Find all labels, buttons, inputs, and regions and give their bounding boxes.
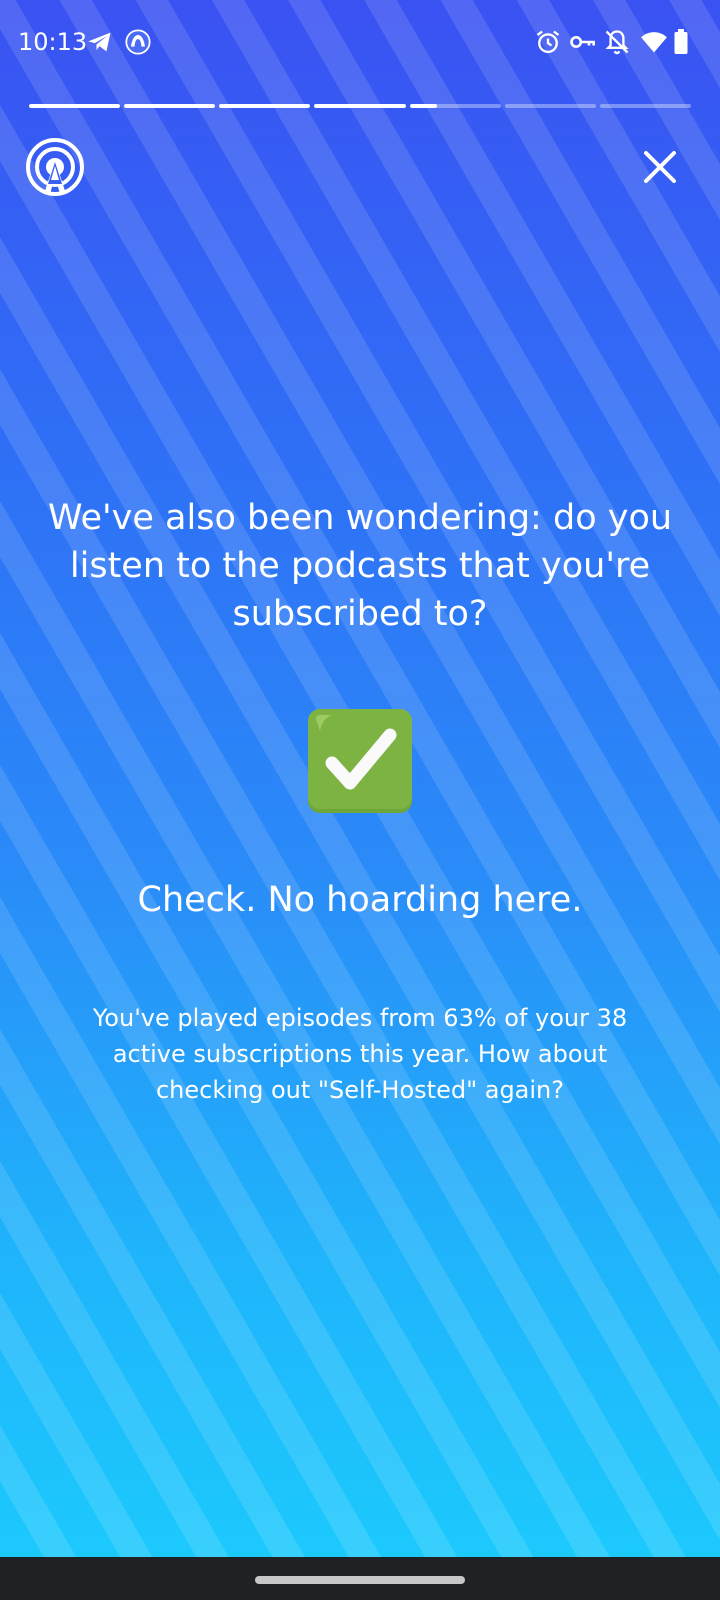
story-progress-bar — [29, 104, 691, 108]
progress-segment — [29, 104, 121, 108]
progress-segment — [124, 104, 216, 108]
progress-segment-fill — [409, 104, 437, 108]
wifi-icon — [640, 28, 668, 56]
alarm-icon — [534, 28, 562, 56]
status-bar: 10:13 — [0, 0, 720, 88]
story-card[interactable]: 10:13 We've also been wondering: do you … — [0, 0, 720, 1557]
progress-segment-fill — [124, 104, 216, 108]
progress-segment-fill — [219, 104, 311, 108]
story-headline: We've also been wondering: do you listen… — [47, 498, 673, 634]
battery-icon — [670, 28, 692, 56]
progress-segment — [599, 104, 691, 108]
story-subhead: Check. No hoarding here. — [137, 880, 583, 920]
status-time: 10:13 — [18, 28, 88, 56]
telegram-icon — [86, 28, 114, 56]
screen: 10:13 We've also been wondering: do you … — [0, 0, 720, 1600]
story-body-text: You've played episodes from 63% of your … — [92, 1004, 628, 1104]
notifications-off-icon — [603, 28, 631, 56]
vpn-key-icon — [568, 28, 596, 56]
progress-segment-fill — [29, 104, 121, 108]
check-mark-button-icon — [304, 705, 416, 817]
close-icon — [644, 151, 676, 183]
app-notification-icon — [124, 28, 152, 56]
progress-segment-fill — [314, 104, 406, 108]
home-gesture-handle[interactable] — [255, 1576, 465, 1584]
progress-segment — [409, 104, 501, 108]
progress-segment — [219, 104, 311, 108]
pocket-casts-logo-icon — [26, 138, 84, 196]
close-button[interactable] — [640, 147, 680, 187]
progress-segment — [314, 104, 406, 108]
progress-segment — [504, 104, 596, 108]
